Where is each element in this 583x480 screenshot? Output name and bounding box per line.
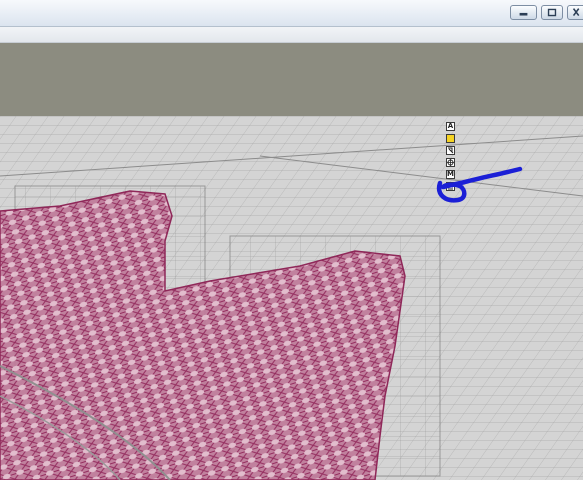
close-button[interactable] [567,5,583,20]
viewport-scene [0,116,583,480]
target-icon[interactable] [446,158,455,167]
link-icon[interactable] [446,146,455,155]
3d-viewport[interactable] [0,116,583,480]
yellow-square-icon[interactable] [446,134,455,143]
window-titlebar [0,0,583,27]
toolbar-strip [0,27,583,43]
m-icon[interactable]: M [446,170,455,179]
gizmo-toolbar: A M [446,122,456,194]
minimize-button[interactable] [510,5,537,20]
minimize-icon [519,12,528,16]
axis-a-icon[interactable]: A [446,122,455,131]
close-icon [572,8,580,17]
header-panel [0,43,583,116]
layer-icon[interactable] [446,182,455,191]
restore-icon [547,8,557,17]
restore-button[interactable] [541,5,563,20]
